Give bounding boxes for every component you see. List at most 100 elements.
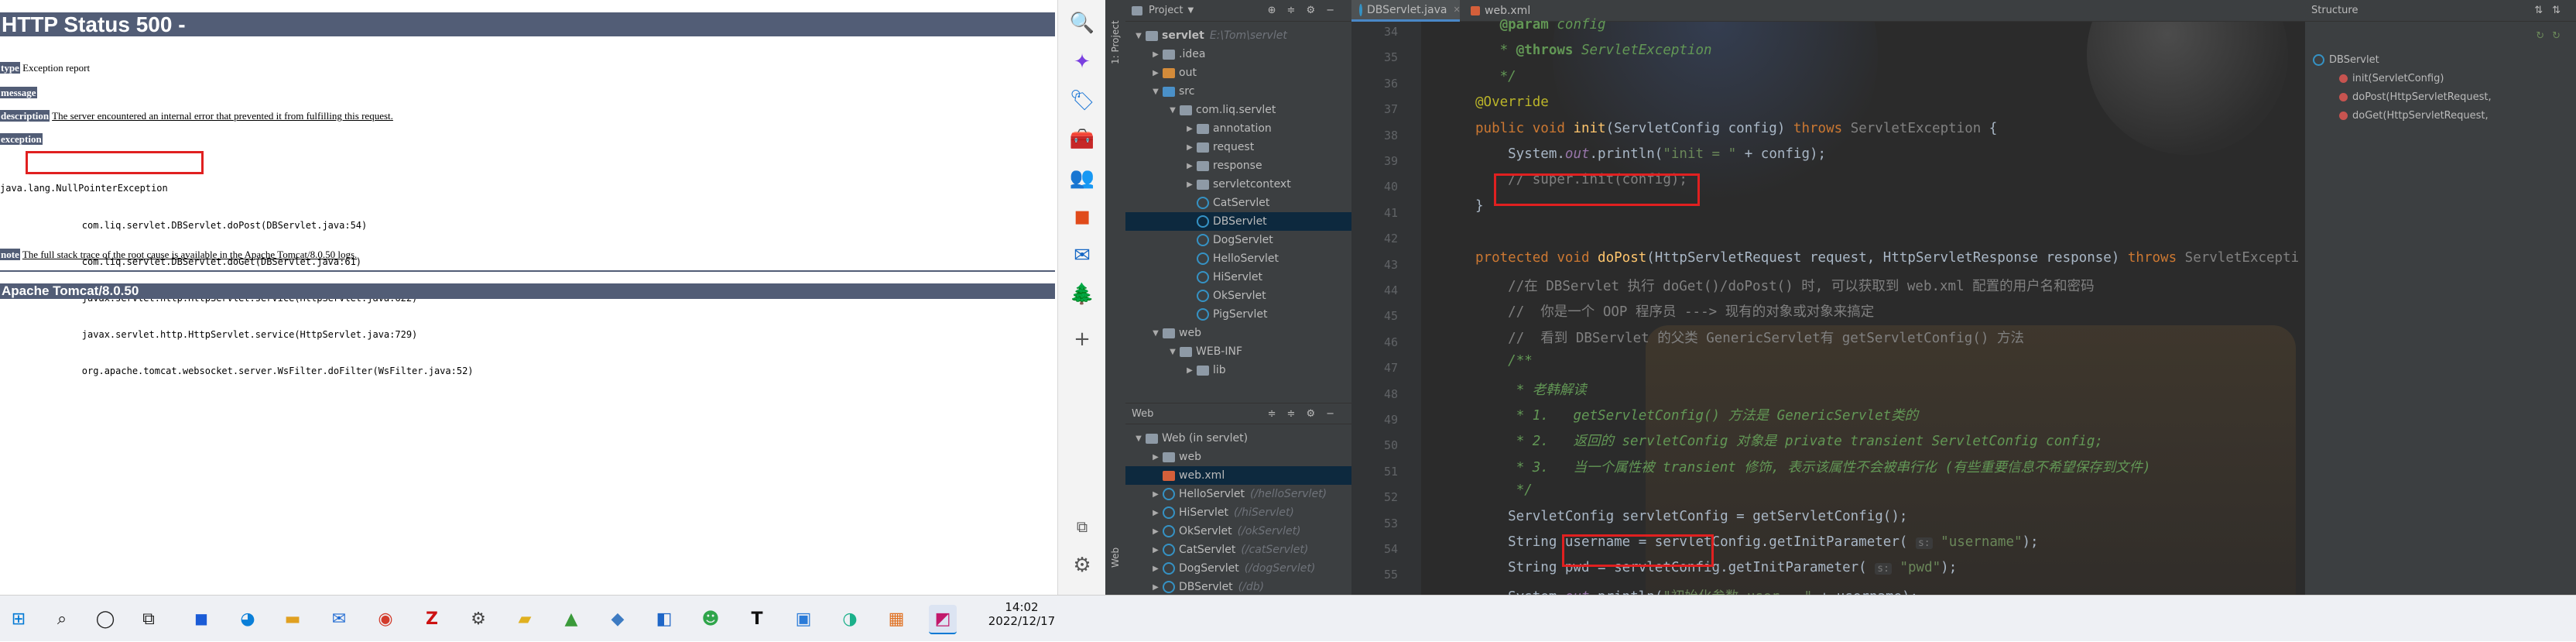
expand-arrow-icon[interactable]: ▶ <box>1150 453 1161 462</box>
code-line[interactable]: System.out.println("初始化参数 user = " + use… <box>1475 586 1918 595</box>
code-line[interactable]: @Override <box>1475 94 1549 110</box>
expand-arrow-icon[interactable]: ▼ <box>1167 348 1178 356</box>
code-line[interactable]: * @throws ServletException <box>1475 43 1712 58</box>
expand-arrow-icon[interactable]: ▶ <box>1150 583 1161 592</box>
tree-item[interactable]: ▶ web <box>1125 448 1351 466</box>
tree-item[interactable]: ▼ WEB-INF <box>1125 342 1351 361</box>
expand-arrow-icon[interactable]: ▼ <box>1150 329 1161 338</box>
gear-icon[interactable]: ⚙ <box>1068 551 1096 579</box>
tree-item[interactable]: ▶ out <box>1125 64 1351 82</box>
vs-icon[interactable]: ◧ <box>650 605 678 633</box>
code-line[interactable]: @param config <box>1475 17 1606 33</box>
expand-arrow-icon[interactable]: ▶ <box>1184 162 1195 170</box>
tree-item[interactable]: HiServlet <box>1125 268 1351 287</box>
expand-arrow-icon[interactable]: ▶ <box>1184 143 1195 152</box>
code-line[interactable]: * 老韩解读 <box>1475 379 1587 399</box>
tag-icon[interactable]: 🏷 <box>1068 87 1096 115</box>
tree-item[interactable]: web.xml <box>1125 466 1351 485</box>
code-editor[interactable]: DBServlet.java ✕ web.xml 34 35 36 37 38 39 40 4… <box>1351 0 2305 595</box>
web-tool-tab[interactable]: Web <box>1105 534 1125 581</box>
tree-item[interactable]: ▶ DBServlet (/db) <box>1125 578 1351 595</box>
folder-icon[interactable]: ▰ <box>511 605 539 633</box>
tree-item[interactable]: ▼ web <box>1125 324 1351 342</box>
tree-item[interactable]: DBServlet <box>1125 212 1351 231</box>
sparkle-icon[interactable]: ✦ <box>1068 48 1096 76</box>
code-line[interactable]: */ <box>1475 482 1533 498</box>
chrome-icon[interactable]: ◉ <box>372 605 399 633</box>
code-line[interactable]: String username = servletConfig.getInitP… <box>1475 534 2038 550</box>
settings-icon[interactable]: ⚙ <box>464 605 492 633</box>
tree-item[interactable]: ▶ OkServlet (/okServlet) <box>1125 522 1351 541</box>
structure-method[interactable]: doPost(HttpServletRequest, <box>2339 91 2492 103</box>
structure-method[interactable]: doGet(HttpServletRequest, <box>2339 110 2489 122</box>
tree-item[interactable]: ▶ HiServlet (/hiServlet) <box>1125 503 1351 522</box>
system-clock[interactable]: 14:02 2022/12/17 <box>913 596 1084 642</box>
tab-dbservlet-java[interactable]: DBServlet.java ✕ <box>1351 0 1461 22</box>
project-panel-title[interactable]: Project <box>1149 5 1183 16</box>
toolbox-icon[interactable]: 🧰 <box>1068 125 1096 153</box>
tree-icon[interactable]: 🌲 <box>1068 280 1096 308</box>
code-line[interactable]: System.out.println("init = " + config); <box>1475 146 1826 162</box>
code-line[interactable]: //在 DBServlet 执行 doGet()/doPost() 时, 可以获… <box>1475 276 2095 295</box>
search-icon[interactable]: 🔍 <box>1068 9 1096 37</box>
tree-item[interactable]: ▶ CatServlet (/catServlet) <box>1125 541 1351 559</box>
tree-item[interactable]: HelloServlet <box>1125 249 1351 268</box>
expand-arrow-icon[interactable]: ▶ <box>1150 527 1161 536</box>
app-icon[interactable]: ◼ <box>187 605 215 633</box>
tree-item[interactable]: ▼ servlet E:\Tom\servlet <box>1125 26 1351 45</box>
task-view-icon[interactable]: ⧉ <box>135 605 163 633</box>
code-line[interactable]: public void init(ServletConfig config) t… <box>1475 121 1997 136</box>
web-panel-toolbar-icons[interactable]: ≑≑⚙− <box>1268 408 1345 420</box>
tree-item[interactable]: ▶ lib <box>1125 361 1351 379</box>
tree-item[interactable]: ▶ .idea <box>1125 45 1351 64</box>
structure-toolbar-icons[interactable]: ⇅⇅ <box>2534 5 2570 16</box>
project-tool-tab[interactable]: 1: Project <box>1105 8 1125 77</box>
tree-item[interactable]: ▶ response <box>1125 156 1351 175</box>
code-line[interactable]: } <box>1475 198 1484 214</box>
app-icon[interactable]: ◑ <box>836 605 864 633</box>
code-line[interactable]: * 1. getServletConfig() 方法是 GenericServl… <box>1475 405 1918 424</box>
mail-icon[interactable]: ✉ <box>325 605 353 633</box>
tree-item[interactable]: ▼ src <box>1125 82 1351 101</box>
code-line[interactable]: */ <box>1475 69 1516 84</box>
chevron-down-icon[interactable]: ▼ <box>1187 6 1194 15</box>
edge-icon[interactable]: ◕ <box>234 605 262 633</box>
tree-item[interactable]: DogServlet <box>1125 231 1351 249</box>
code-line[interactable]: // 你是一个 OOP 程序员 ---> 现有的对象或对象来搞定 <box>1475 301 1874 321</box>
tree-item[interactable]: ▶ annotation <box>1125 119 1351 138</box>
expand-arrow-icon[interactable]: ▶ <box>1150 69 1161 77</box>
app-icon[interactable]: ▣ <box>790 605 817 633</box>
expand-arrow-icon[interactable]: ▶ <box>1184 366 1195 375</box>
tree-item[interactable]: ▶ request <box>1125 138 1351 156</box>
code-line[interactable]: // 看到 DBServlet 的父类 GenericServlet有 getS… <box>1475 328 2024 347</box>
tree-item[interactable]: ▼ Web (in servlet) <box>1125 429 1351 448</box>
refresh-icon[interactable]: ↻↻ <box>2536 30 2568 42</box>
structure-class[interactable]: DBServlet <box>2313 54 2379 66</box>
add-icon[interactable]: + <box>1068 325 1096 353</box>
tree-item[interactable]: PigServlet <box>1125 305 1351 324</box>
filezilla-icon[interactable]: Z <box>418 605 446 633</box>
tree-item[interactable]: ▶ DogServlet (/dogServlet) <box>1125 559 1351 578</box>
expand-arrow-icon[interactable]: ▼ <box>1150 88 1161 96</box>
cortana-icon[interactable]: ◯ <box>91 605 119 633</box>
code-line[interactable]: * 3. 当一个属性被 transient 修饰, 表示该属性不会被串行化 (有… <box>1475 457 2151 476</box>
expand-arrow-icon[interactable]: ▼ <box>1133 434 1144 443</box>
windows-start-icon[interactable]: ⊞ <box>5 605 33 633</box>
app-icon[interactable]: ▲ <box>557 605 585 633</box>
expand-arrow-icon[interactable]: ▼ <box>1167 106 1178 115</box>
expand-arrow-icon[interactable]: ▶ <box>1150 509 1161 517</box>
panel-toolbar-icons[interactable]: ⊕≑⚙− <box>1268 5 1345 16</box>
code-line[interactable]: /** <box>1475 353 1533 369</box>
tree-item[interactable]: ▶ HelloServlet (/helloServlet) <box>1125 485 1351 503</box>
wechat-icon[interactable]: ☻ <box>697 605 724 633</box>
expand-arrow-icon[interactable]: ▶ <box>1150 490 1161 499</box>
code-line[interactable]: protected void doPost(HttpServletRequest… <box>1475 250 2299 266</box>
app-icon[interactable]: ▦ <box>882 605 910 633</box>
window-icon[interactable]: ⧉ <box>1068 513 1096 541</box>
app-icon[interactable]: ◆ <box>604 605 632 633</box>
close-icon[interactable]: ✕ <box>1453 5 1460 15</box>
expand-arrow-icon[interactable]: ▶ <box>1184 125 1195 133</box>
expand-arrow-icon[interactable]: ▶ <box>1150 546 1161 554</box>
tree-item[interactable]: OkServlet <box>1125 287 1351 305</box>
expand-arrow-icon[interactable]: ▶ <box>1150 50 1161 59</box>
